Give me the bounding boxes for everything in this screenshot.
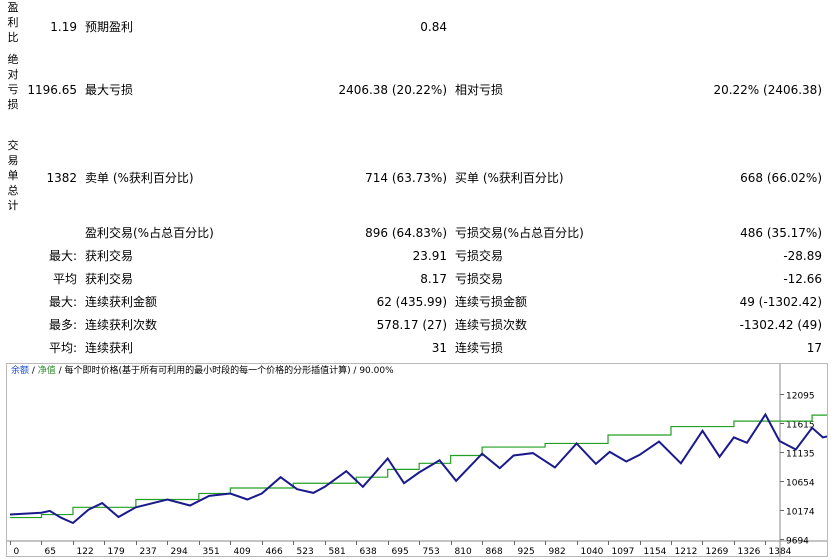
x-tick-label: 1097 — [612, 547, 635, 556]
x-tick-label: 638 — [360, 547, 377, 556]
x-tick-label: 1212 — [675, 547, 698, 556]
detail-right-value: 49 (-1302.42) — [739, 295, 822, 309]
x-tick-label: 1154 — [644, 547, 667, 556]
x-tick-label: 1040 — [581, 547, 604, 556]
max-drawdown-label: 最大亏损 — [85, 83, 134, 97]
long-trades-value: 668 (66.02%) — [740, 171, 822, 185]
relative-drawdown-label: 相对亏损 — [455, 83, 504, 97]
detail-right-label: 连续亏损次数 — [455, 318, 528, 332]
detail-left-label: 获利交易 — [85, 249, 134, 263]
detail-right-value: 17 — [806, 341, 822, 355]
expected-payoff-label: 预期盈利 — [85, 20, 134, 34]
chart-title-rest: / 每个即时价格(基于所有可利用的最小时段的每一个价格的分形插值计算) / 90… — [55, 366, 394, 376]
x-tick-label: 1384 — [769, 547, 792, 556]
balance-series-line — [9, 412, 827, 525]
short-trades-value: 714 (63.73%) — [365, 171, 447, 185]
chart-title: 余额 / 净值 / 每个即时价格(基于所有可利用的最小时段的每一个价格的分形插值… — [11, 366, 394, 377]
detail-left-label: 连续获利 — [85, 341, 134, 355]
expected-payoff-value: 0.84 — [420, 20, 447, 34]
balance-chart: 9694 10174 10654 11135 11615 12095 0 65 122 179 23… — [6, 363, 828, 557]
detail-prefix: 平均: — [48, 341, 77, 355]
x-tick-label: 810 — [455, 547, 472, 556]
y-tick-label: 12095 — [786, 392, 815, 402]
x-tick-label: 351 — [203, 547, 220, 556]
detail-right-value: -1302.42 (49) — [739, 318, 822, 332]
x-tick-label: 409 — [234, 547, 251, 556]
x-tick-label: 925 — [518, 547, 535, 556]
x-tick-label: 523 — [297, 547, 314, 556]
detail-prefix: 平均 — [52, 272, 77, 286]
detail-prefix: 最大: — [48, 249, 77, 263]
detail-right-value: -12.66 — [783, 272, 822, 286]
relative-drawdown-value: 20.22% (2406.38) — [713, 83, 822, 97]
detail-right-label: 连续亏损金额 — [455, 295, 528, 309]
x-tick-label: 868 — [486, 547, 503, 556]
long-trades-label: 买单 (%获利百分比) — [455, 171, 564, 185]
y-tick-label: 11135 — [786, 450, 815, 460]
x-tick-label: 695 — [392, 547, 409, 556]
x-tick-label: 753 — [423, 547, 440, 556]
short-trades-label: 卖单 (%获利百分比) — [85, 171, 194, 185]
side-label-absolute-drawdown: 绝对亏损 — [7, 53, 19, 111]
legend-equity: 净值 — [37, 366, 56, 376]
detail-left-value: 578.17 (27) — [376, 318, 447, 332]
detail-right-label: 连续亏损 — [455, 341, 504, 355]
absolute-drawdown-value: 1196.65 — [27, 83, 77, 97]
x-tick-label: 1326 — [738, 547, 761, 556]
x-tick-label: 122 — [77, 547, 94, 556]
x-tick-label: 0 — [14, 547, 20, 556]
x-tick-label: 294 — [171, 547, 188, 556]
detail-right-label: 亏损交易 — [455, 249, 504, 263]
detail-right-value: -28.89 — [783, 249, 822, 263]
y-tick-label: 10654 — [786, 479, 815, 489]
max-drawdown-value: 2406.38 (20.22%) — [338, 83, 447, 97]
total-trades-value: 1382 — [46, 171, 77, 185]
profit-factor-value: 1.19 — [50, 20, 77, 34]
x-tick-label: 1269 — [706, 547, 729, 556]
x-tick-label: 466 — [266, 547, 283, 556]
legend-balance: 余额 — [11, 366, 30, 376]
detail-left-label: 连续获利次数 — [85, 318, 158, 332]
detail-left-label: 获利交易 — [85, 272, 134, 286]
detail-left-value: 23.91 — [412, 249, 447, 263]
loss-trades-value: 486 (35.17%) — [740, 226, 822, 240]
equity-series-line — [10, 414, 827, 519]
side-label-profit-factor: 盈利比 — [7, 1, 19, 44]
legend-separator: / — [29, 366, 38, 376]
detail-left-value: 62 (435.99) — [376, 295, 447, 309]
profit-trades-label: 盈利交易(%占总百分比) — [85, 226, 214, 240]
x-tick-label: 581 — [329, 547, 346, 556]
y-tick-label: 9694 — [786, 537, 809, 547]
detail-left-value: 31 — [431, 341, 447, 355]
x-tick-label: 237 — [140, 547, 157, 556]
detail-right-label: 亏损交易 — [455, 272, 504, 286]
side-label-total-trades: 交易单总计 — [7, 139, 19, 212]
chart-canvas: 969410174106541113511615120950 65 122 179 23… — [7, 364, 827, 556]
profit-trades-value: 896 (64.83%) — [365, 226, 447, 240]
x-tick-label: 982 — [549, 547, 566, 556]
loss-trades-label: 亏损交易(%占总百分比) — [455, 226, 584, 240]
x-tick-label: 65 — [45, 547, 56, 556]
detail-left-value: 8.17 — [420, 272, 447, 286]
y-tick-label: 10174 — [786, 508, 815, 518]
detail-left-label: 连续获利金额 — [85, 295, 158, 309]
detail-prefix: 最多: — [48, 318, 77, 332]
x-tick-label: 179 — [108, 547, 125, 556]
detail-prefix: 最大: — [48, 295, 77, 309]
